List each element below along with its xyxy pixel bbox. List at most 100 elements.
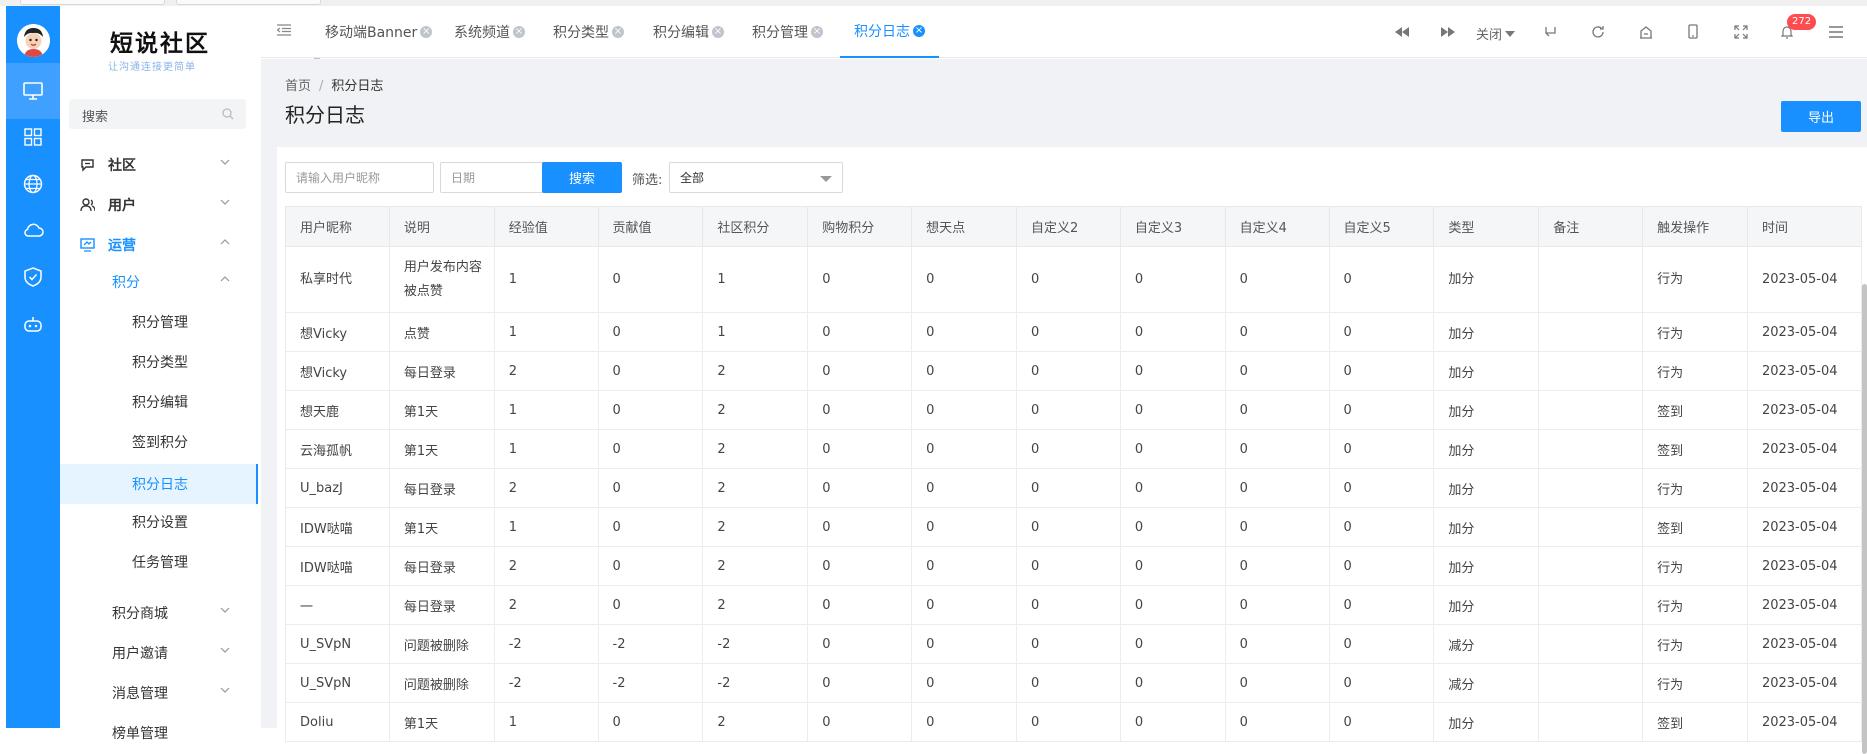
table-cell — [1538, 312, 1644, 352]
table-cell: U_bazJ — [285, 468, 390, 508]
scroll-left-icon[interactable] — [1395, 27, 1409, 37]
filter-select-value: 全部 — [680, 171, 705, 185]
table-cell: 加分 — [1433, 468, 1540, 508]
sidebar-item-message-management[interactable]: 消息管理 — [60, 675, 258, 711]
back-icon[interactable] — [1543, 25, 1557, 39]
close-icon[interactable]: × — [612, 26, 624, 38]
table-row[interactable]: 云海孤帆 第1天 1 0 2 0 0 0 0 0 0 加分 签到 2023-05-04 — [285, 429, 1863, 469]
table-cell: 0 — [1015, 585, 1121, 625]
table-row[interactable]: U_SVpN 问题被删除 -2 -2 -2 0 0 0 0 0 0 减分 行为 2023-05-04 — [285, 624, 1863, 664]
table-cell: 2023-05-04 — [1746, 546, 1863, 586]
table-row[interactable]: Doliu 第1天 1 0 2 0 0 0 0 0 0 加分 签到 2023-05-04 — [285, 702, 1863, 742]
sidebar-item-community[interactable]: 社区 — [60, 147, 258, 183]
breadcrumb-home[interactable]: 首页 — [285, 79, 311, 94]
sidebar-item-points-management[interactable]: 积分管理 — [60, 304, 258, 340]
close-tabs-dropdown[interactable]: 关闭 — [1476, 24, 1516, 43]
close-icon[interactable]: × — [420, 26, 433, 38]
table-cell: 想天鹿 — [285, 390, 390, 430]
mobile-icon[interactable] — [1688, 24, 1698, 39]
sidebar-item-label: 任务管理 — [132, 555, 188, 571]
table-cell: 0 — [807, 390, 913, 430]
tab-points-types[interactable]: 积分类型 × — [553, 6, 624, 58]
close-icon[interactable]: × — [513, 26, 525, 38]
table-cell: 0 — [1224, 702, 1330, 742]
table-cell: 0 — [1328, 312, 1435, 352]
sidebar-item-users[interactable]: 用户 — [60, 187, 258, 223]
sidebar-search[interactable]: 搜索 — [69, 99, 246, 129]
menu-fold-icon[interactable] — [277, 24, 291, 36]
table-cell: 2023-05-04 — [1746, 390, 1863, 430]
shield-check-icon — [24, 267, 42, 287]
table-cell: 云海孤帆 — [285, 429, 390, 469]
table-cell: 2023-05-04 — [1746, 585, 1863, 625]
tab-mobile-banner[interactable]: 移动端Banner × — [325, 6, 433, 58]
table-cell: 0 — [1328, 702, 1435, 742]
home-icon[interactable] — [1639, 25, 1653, 39]
table-cell: 签到 — [1642, 429, 1748, 469]
sidebar-item-task-management[interactable]: 任务管理 — [60, 544, 258, 580]
scroll-right-icon[interactable] — [1441, 27, 1455, 37]
filter-select[interactable]: 全部 — [669, 162, 843, 193]
table-cell: 0 — [911, 702, 1017, 742]
table-row[interactable]: IDW哒喵 每日登录 2 0 2 0 0 0 0 0 0 加分 行为 2023-05-04 — [285, 546, 1863, 586]
table-cell: 0 — [911, 312, 1017, 352]
table-row[interactable]: U_bazJ 每日登录 2 0 2 0 0 0 0 0 0 加分 行为 2023-05-04 — [285, 468, 1863, 508]
menu-icon[interactable] — [1829, 26, 1843, 38]
table-cell: 点赞 — [388, 312, 495, 352]
sidebar-item-label: 积分设置 — [132, 515, 188, 531]
rail-item-robot[interactable] — [6, 296, 60, 352]
table-cell: 加分 — [1433, 246, 1540, 313]
table-cell: 想Vicky — [285, 351, 390, 391]
breadcrumb-current: 积分日志 — [331, 79, 384, 94]
table-row[interactable]: 想Vicky 每日登录 2 0 2 0 0 0 0 0 0 加分 行为 2023-05-04 — [285, 351, 1863, 391]
sidebar-item-user-invite[interactable]: 用户邀请 — [60, 635, 258, 671]
tab-label: 积分管理 — [752, 25, 808, 41]
table-cell: 第1天 — [388, 702, 495, 742]
table-row[interactable]: 私享时代 用户发布内容被点赞 1 0 1 0 0 0 0 0 0 加分 行为 2023-05-04 — [285, 246, 1863, 313]
sidebar-item-points-edit[interactable]: 积分编辑 — [60, 384, 258, 420]
tab-system-channel[interactable]: 系统频道 × — [454, 6, 525, 58]
sidebar-item-points-log[interactable]: 积分日志 — [60, 464, 258, 504]
table-cell: 2 — [702, 507, 809, 547]
table-cell: 0 — [807, 702, 913, 742]
sidebar-item-points-settings[interactable]: 积分设置 — [60, 504, 258, 540]
table-cell: 0 — [1328, 507, 1435, 547]
close-icon[interactable]: × — [811, 26, 823, 38]
table-cell: 行为 — [1642, 351, 1748, 391]
table-row[interactable]: IDW哒喵 第1天 1 0 2 0 0 0 0 0 0 加分 签到 2023-05-04 — [285, 507, 1863, 547]
close-icon[interactable]: × — [712, 26, 724, 38]
table-cell: 0 — [911, 390, 1017, 430]
table-row[interactable]: 想Vicky 点赞 1 0 1 0 0 0 0 0 0 加分 行为 2023-05-04 — [285, 312, 1863, 352]
table-cell: 0 — [1224, 663, 1330, 703]
avatar[interactable] — [17, 24, 50, 57]
nickname-input[interactable]: 请输入用户昵称 — [285, 162, 434, 193]
sidebar-item-label: 运营 — [108, 238, 136, 254]
table-cell: 0 — [1015, 624, 1121, 664]
sidebar-item-points[interactable]: 积分 — [60, 264, 258, 300]
table-row[interactable]: 想天鹿 第1天 1 0 2 0 0 0 0 0 0 加分 签到 2023-05-04 — [285, 390, 1863, 430]
table-cell: 0 — [1119, 507, 1226, 547]
refresh-icon[interactable] — [1591, 25, 1605, 39]
table-row[interactable]: 一每日登录 2 0 2 0 0 0 0 0 0 加分 行为 2023-05-04 — [285, 585, 1863, 625]
table-row[interactable]: U_SVpN 问题被删除 -2 -2 -2 0 0 0 0 0 0 减分 行为 2023-05-04 — [285, 663, 1863, 703]
sidebar-item-points-types[interactable]: 积分类型 — [60, 344, 258, 380]
fullscreen-icon[interactable] — [1734, 25, 1748, 39]
sidebar-item-operations[interactable]: 运营 — [60, 227, 258, 263]
table-cell: 0 — [597, 312, 704, 352]
tab-points-management[interactable]: 积分管理 × — [752, 6, 823, 58]
table-cell: 行为 — [1642, 468, 1748, 508]
table-cell: 0 — [911, 624, 1017, 664]
export-button[interactable]: 导出 — [1781, 101, 1861, 132]
tab-points-edit[interactable]: 积分编辑 × — [653, 6, 724, 58]
close-icon[interactable]: × — [913, 25, 925, 37]
column-header: 自定义3 — [1119, 206, 1226, 247]
table-scrollbar[interactable] — [1862, 284, 1867, 754]
sidebar-item-checkin-points[interactable]: 签到积分 — [60, 424, 258, 460]
tab-points-log[interactable]: 积分日志 × — [840, 6, 939, 58]
sidebar-item-points-mall[interactable]: 积分商城 — [60, 595, 258, 631]
breadcrumb: 首页 / 积分日志 — [285, 75, 383, 94]
sidebar-item-ranking-management[interactable]: 榜单管理 — [60, 715, 258, 751]
search-button[interactable]: 搜索 — [542, 162, 622, 193]
table-cell: 2 — [702, 585, 809, 625]
table-cell: 0 — [1224, 390, 1330, 430]
